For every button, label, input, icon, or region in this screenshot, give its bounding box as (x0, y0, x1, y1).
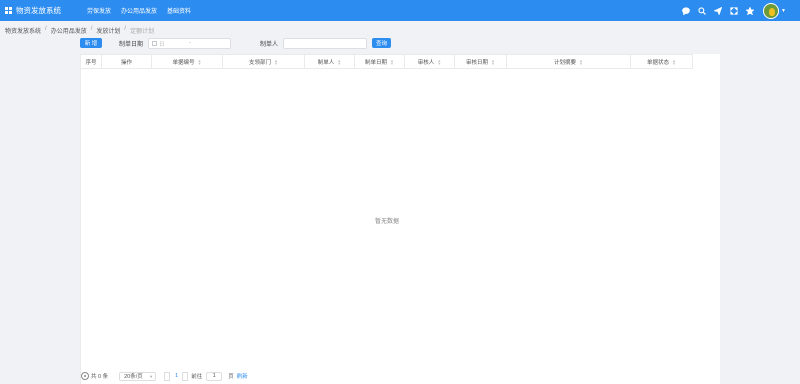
page-number[interactable]: 1 (175, 373, 178, 379)
column-header-department[interactable]: 支领部门 ▲ ▼ (223, 55, 305, 68)
chevron-down-icon[interactable]: ▼ (781, 8, 786, 14)
chevron-down-icon: ▼ (149, 373, 154, 379)
search-icon[interactable] (695, 4, 709, 18)
column-header-review-date[interactable]: 审核日期 ▲ ▼ (455, 55, 507, 68)
menu-item-basic-data[interactable]: 基础资料 (167, 6, 191, 15)
new-button[interactable]: 新 增 (80, 38, 102, 48)
send-icon[interactable] (711, 4, 725, 18)
goto-label: 前往 (191, 374, 203, 380)
menu-item-office[interactable]: 办公用品发放 (121, 6, 157, 15)
maker-input[interactable] (283, 38, 367, 49)
column-header-status[interactable]: 单据状态 ▲ ▼ (631, 55, 693, 68)
page-size-select[interactable]: 20条/页 ▼ (119, 371, 157, 381)
grid-icon (5, 7, 12, 14)
date-label: 制单日期 (119, 42, 144, 48)
calendar-icon (152, 41, 157, 46)
pagination: 共 0 条 20条/页 ▼ 1 前往 1 页 刷新 (81, 371, 248, 381)
menu-item-labor[interactable]: 劳保发放 (87, 6, 111, 15)
maker-label: 制单人 (260, 42, 279, 48)
page-unit-label: 页 (228, 374, 234, 380)
filter-bar: 新 增 制单日期 日 - 制单人 查询 (80, 38, 400, 49)
date-start-placeholder: 日 (159, 41, 165, 48)
breadcrumb-separator: / (124, 26, 127, 32)
sort-icon[interactable]: ▲ ▼ (274, 58, 278, 65)
breadcrumb-separator: / (45, 26, 47, 32)
sort-icon[interactable]: ▲ ▼ (672, 58, 676, 65)
total-count: 共 0 条 (91, 374, 109, 380)
column-header-doc-no[interactable]: 单据编号 ▲ ▼ (152, 55, 223, 68)
top-icons: ▼ (677, 2, 786, 19)
breadcrumb: 物资发放系统 / 办公用品发放 / 发放计划 / 定额计划 (5, 26, 154, 35)
breadcrumb-item-system[interactable]: 物资发放系统 (5, 26, 41, 35)
sort-icon[interactable]: ▲ ▼ (491, 58, 495, 65)
brand[interactable]: 物资发放系统 (5, 5, 87, 16)
goto-page-input[interactable]: 1 (206, 371, 223, 381)
column-header-summary[interactable]: 计划摘要 ▲ ▼ (507, 55, 631, 68)
fullscreen-icon[interactable] (727, 4, 741, 18)
top-navbar: 物资发放系统 劳保发放 办公用品发放 基础资料 ▼ (0, 0, 800, 21)
settings-icon[interactable] (81, 372, 89, 380)
column-header-make-date[interactable]: 制单日期 ▲ ▼ (355, 55, 405, 68)
column-header-reviewer[interactable]: 审核人 ▲ ▼ (405, 55, 455, 68)
prev-page-button[interactable] (164, 371, 171, 381)
breadcrumb-separator: / (90, 26, 93, 32)
data-table: 序号 操作 单据编号 ▲ ▼ 支领部门 ▲ ▼ 制单人 ▲ ▼ 制单日期 ▲ ▼ 审核人 ▲ ▼ 审… (80, 54, 720, 384)
breadcrumb-item-office[interactable]: 办公用品发放 (51, 26, 87, 35)
next-page-button[interactable] (182, 371, 189, 381)
column-header-index: 序号 (81, 55, 102, 68)
date-separator: - (189, 40, 191, 46)
column-header-maker[interactable]: 制单人 ▲ ▼ (305, 55, 355, 68)
sort-icon[interactable]: ▲ ▼ (337, 58, 341, 65)
app-title: 物资发放系统 (16, 6, 61, 15)
breadcrumb-item-plan[interactable]: 发放计划 (96, 26, 120, 35)
empty-state-text: 暂无数据 (374, 219, 399, 225)
column-header-actions: 操作 (102, 55, 152, 68)
sort-icon[interactable]: ▲ ▼ (390, 58, 394, 65)
message-icon[interactable] (679, 4, 693, 18)
table-header: 序号 操作 单据编号 ▲ ▼ 支领部门 ▲ ▼ 制单人 ▲ ▼ 制单日期 ▲ ▼ 审核人 ▲ ▼ 审… (81, 54, 693, 69)
date-range-picker[interactable]: 日 - (148, 38, 231, 49)
user-avatar[interactable] (763, 2, 780, 19)
sort-icon[interactable]: ▲ ▼ (198, 58, 202, 65)
star-icon[interactable] (743, 4, 757, 18)
top-menu: 劳保发放 办公用品发放 基础资料 (87, 6, 201, 15)
refresh-link[interactable]: 刷新 (237, 372, 248, 380)
sort-icon[interactable]: ▲ ▼ (437, 58, 441, 65)
query-button[interactable]: 查询 (372, 38, 391, 48)
sort-icon[interactable]: ▲ ▼ (579, 58, 583, 65)
breadcrumb-item-current: 定额计划 (130, 29, 155, 35)
